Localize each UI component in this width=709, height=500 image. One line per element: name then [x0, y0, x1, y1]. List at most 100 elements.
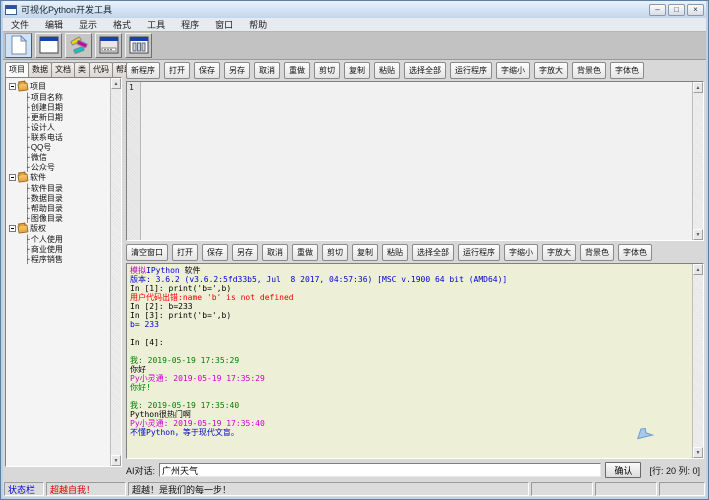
scroll-down-icon[interactable]: ▼ — [693, 229, 703, 240]
confirm-button[interactable]: 确认 — [605, 462, 641, 478]
toolbar-button-console-window[interactable] — [95, 33, 122, 58]
console-text-segment: 我: 2019-05-19 17:35:29 — [130, 356, 239, 365]
editor-button-选择全部[interactable]: 选择全部 — [404, 62, 446, 79]
console-button-另存[interactable]: 另存 — [232, 244, 258, 261]
maximize-icon[interactable]: □ — [668, 4, 685, 16]
editor-body[interactable] — [141, 82, 692, 240]
console-button-剪切[interactable]: 剪切 — [322, 244, 348, 261]
toolbar-button-format-colors[interactable] — [65, 33, 92, 58]
console-line: 用户代码出错:name 'b' is not defined — [130, 293, 692, 302]
code-editor[interactable]: 1 ▲ ▼ — [126, 81, 704, 241]
editor-button-取消[interactable]: 取消 — [254, 62, 280, 79]
console-button-粘贴[interactable]: 粘贴 — [382, 244, 408, 261]
tree-branch-icon: ├ — [25, 123, 30, 132]
menu-item-显示[interactable]: 显示 — [71, 18, 105, 31]
console-line: 我: 2019-05-19 17:35:29 — [130, 356, 692, 365]
console-line: 模拟IPython 软件 — [130, 266, 692, 275]
tab-代码[interactable]: 代码 — [89, 62, 113, 77]
console-line — [130, 392, 692, 401]
tree-group-软件[interactable]: 软件 — [9, 172, 110, 183]
collapse-icon[interactable] — [9, 174, 16, 181]
editor-button-粘贴[interactable]: 粘贴 — [374, 62, 400, 79]
editor-button-字体色[interactable]: 字体色 — [610, 62, 644, 79]
console-button-字缩小[interactable]: 字缩小 — [504, 244, 538, 261]
console-button-打开[interactable]: 打开 — [172, 244, 198, 261]
console-text-segment: 模拟 — [130, 266, 146, 275]
tree-branch-icon: ├ — [25, 163, 30, 172]
editor-button-字缩小[interactable]: 字缩小 — [496, 62, 530, 79]
console-button-字体色[interactable]: 字体色 — [618, 244, 652, 261]
editor-scrollbar[interactable]: ▲ ▼ — [692, 82, 703, 240]
menu-item-格式[interactable]: 格式 — [105, 18, 139, 31]
menu-item-文件[interactable]: 文件 — [3, 18, 37, 31]
tree-scrollbar[interactable]: ▲ ▼ — [110, 78, 121, 466]
editor-button-字放大[interactable]: 字放大 — [534, 62, 568, 79]
console-button-字放大[interactable]: 字放大 — [542, 244, 576, 261]
editor-button-运行程序[interactable]: 运行程序 — [450, 62, 492, 79]
tree-branch-icon: ├ — [25, 184, 30, 193]
scroll-down-icon[interactable]: ▼ — [111, 455, 121, 466]
tree-item-QQ号[interactable]: ├QQ号 — [9, 142, 110, 152]
editor-button-打开[interactable]: 打开 — [164, 62, 190, 79]
menu-item-帮助[interactable]: 帮助 — [241, 18, 275, 31]
toolbar-button-app-window[interactable] — [35, 33, 62, 58]
console-button-背景色[interactable]: 背景色 — [580, 244, 614, 261]
status-cell-empty — [659, 482, 705, 496]
console-button-取消[interactable]: 取消 — [262, 244, 288, 261]
editor-button-复制[interactable]: 复制 — [344, 62, 370, 79]
console-button-复制[interactable]: 复制 — [352, 244, 378, 261]
menu-item-编辑[interactable]: 编辑 — [37, 18, 71, 31]
tree-item-软件目录[interactable]: ├软件目录 — [9, 183, 110, 193]
close-icon[interactable]: × — [687, 4, 704, 16]
scroll-down-icon[interactable]: ▼ — [693, 447, 703, 458]
menu-item-窗口[interactable]: 窗口 — [207, 18, 241, 31]
menu-item-工具[interactable]: 工具 — [139, 18, 173, 31]
ai-chat-input[interactable] — [159, 463, 601, 477]
tree-item-图像目录[interactable]: ├图像目录 — [9, 213, 110, 223]
scroll-up-icon[interactable]: ▲ — [693, 82, 703, 93]
tree-item-公众号[interactable]: ├公众号 — [9, 162, 110, 172]
format-colors-icon — [69, 35, 89, 57]
scroll-up-icon[interactable]: ▲ — [111, 78, 121, 89]
toolbar-button-new-file[interactable] — [5, 33, 32, 58]
tree-item-微信[interactable]: ├微信 — [9, 152, 110, 162]
tree-group-项目[interactable]: 项目 — [9, 81, 110, 92]
minimize-icon[interactable]: – — [649, 4, 666, 16]
collapse-icon[interactable] — [9, 225, 16, 232]
tab-类[interactable]: 类 — [74, 62, 90, 77]
menu-item-程序[interactable]: 程序 — [173, 18, 207, 31]
editor-button-另存[interactable]: 另存 — [224, 62, 250, 79]
console-scrollbar[interactable]: ▲ ▼ — [692, 264, 703, 458]
console-button-清空窗口[interactable]: 清空窗口 — [126, 244, 168, 261]
tab-数据[interactable]: 数据 — [28, 62, 52, 77]
tree-item-商业使用[interactable]: ├商业使用 — [9, 244, 110, 254]
editor-button-背景色[interactable]: 背景色 — [572, 62, 606, 79]
scroll-up-icon[interactable]: ▲ — [693, 264, 703, 275]
console-line: 不懂Python，等于现代文盲。 — [130, 428, 692, 437]
tree-item-个人使用[interactable]: ├个人使用 — [9, 234, 110, 244]
editor-button-保存[interactable]: 保存 — [194, 62, 220, 79]
tab-文档[interactable]: 文档 — [51, 62, 75, 77]
toolbar-button-table-window[interactable] — [125, 33, 152, 58]
tree-branch-icon: ├ — [25, 214, 30, 223]
editor-button-重做[interactable]: 重做 — [284, 62, 310, 79]
editor-button-剪切[interactable]: 剪切 — [314, 62, 340, 79]
tree-item-创建日期[interactable]: ├创建日期 — [9, 102, 110, 112]
console-button-选择全部[interactable]: 选择全部 — [412, 244, 454, 261]
console-button-运行程序[interactable]: 运行程序 — [458, 244, 500, 261]
tree-item-数据目录[interactable]: ├数据目录 — [9, 193, 110, 203]
tree-group-版权[interactable]: 版权 — [9, 223, 110, 234]
console-button-保存[interactable]: 保存 — [202, 244, 228, 261]
tree-item-项目名称[interactable]: ├项目名称 — [9, 92, 110, 102]
console-panel[interactable]: 模拟IPython 软件版本: 3.6.2 (v3.6.2:5fd33b5, J… — [126, 263, 704, 459]
editor-button-新程序[interactable]: 新程序 — [126, 62, 160, 79]
console-button-重做[interactable]: 重做 — [292, 244, 318, 261]
folder-icon — [17, 173, 28, 182]
tree-item-联系电话[interactable]: ├联系电话 — [9, 132, 110, 142]
tree-item-程序销售[interactable]: ├程序销售 — [9, 254, 110, 264]
collapse-icon[interactable] — [9, 83, 16, 90]
tab-项目[interactable]: 项目 — [5, 62, 29, 77]
tree-item-设计人[interactable]: ├设计人 — [9, 122, 110, 132]
tree-item-帮助目录[interactable]: ├帮助目录 — [9, 203, 110, 213]
tree-item-更新日期[interactable]: ├更新日期 — [9, 112, 110, 122]
